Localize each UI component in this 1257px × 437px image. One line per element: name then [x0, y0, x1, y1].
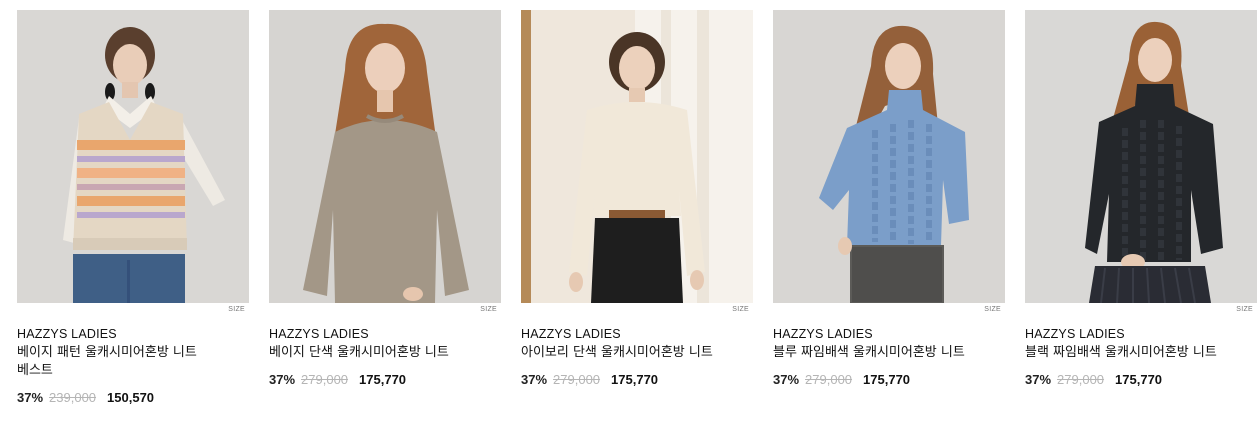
- product-image[interactable]: [1025, 10, 1257, 303]
- product-card[interactable]: SIZE HAZZYS LADIES 베이지 단색 울캐시미어혼방 니트 37%…: [269, 10, 501, 389]
- product-name[interactable]: 아이보리 단색 울캐시미어혼방 니트: [521, 344, 727, 362]
- product-card[interactable]: SIZE HAZZYS LADIES 아이보리 단색 울캐시미어혼방 니트 37…: [521, 10, 753, 389]
- discount-rate: 37%: [521, 372, 548, 387]
- sale-price: 175,770: [1115, 372, 1163, 387]
- product-brand: HAZZYS LADIES: [1025, 327, 1125, 341]
- sale-price: 150,570: [107, 390, 155, 405]
- product-name[interactable]: 베이지 단색 울캐시미어혼방 니트: [269, 344, 475, 362]
- original-price: 279,000: [805, 372, 853, 387]
- price-row: 37% 279,000 175,770: [521, 371, 753, 389]
- price-row: 37% 279,000 175,770: [269, 371, 501, 389]
- product-card[interactable]: SIZE HAZZYS LADIES 블루 짜임배색 울캐시미어혼방 니트 37…: [773, 10, 1005, 389]
- product-brand: HAZZYS LADIES: [773, 327, 873, 341]
- original-price: 239,000: [49, 390, 97, 405]
- product-brand: HAZZYS LADIES: [269, 327, 369, 341]
- product-card[interactable]: SIZE HAZZYS LADIES 블랙 짜임배색 울캐시미어혼방 니트 37…: [1025, 10, 1257, 389]
- product-name[interactable]: 블루 짜임배색 울캐시미어혼방 니트: [773, 344, 979, 362]
- size-label: SIZE: [228, 306, 245, 313]
- product-image[interactable]: [773, 10, 1005, 303]
- product-brand: HAZZYS LADIES: [521, 327, 621, 341]
- sale-price: 175,770: [359, 372, 407, 387]
- product-name[interactable]: 블랙 짜임배색 울캐시미어혼방 니트: [1025, 344, 1231, 362]
- original-price: 279,000: [1057, 372, 1105, 387]
- product-image[interactable]: [269, 10, 501, 303]
- discount-rate: 37%: [773, 372, 800, 387]
- product-image[interactable]: [17, 10, 249, 303]
- discount-rate: 37%: [1025, 372, 1052, 387]
- product-brand: HAZZYS LADIES: [17, 327, 117, 341]
- sale-price: 175,770: [611, 372, 659, 387]
- price-row: 37% 279,000 175,770: [1025, 371, 1257, 389]
- price-row: 37% 239,000 150,570: [17, 389, 249, 407]
- product-card[interactable]: SIZE HAZZYS LADIES 베이지 패턴 울캐시미어혼방 니트 베스트…: [17, 10, 249, 407]
- size-label: SIZE: [732, 306, 749, 313]
- product-image[interactable]: [521, 10, 753, 303]
- original-price: 279,000: [553, 372, 601, 387]
- discount-rate: 37%: [17, 390, 44, 405]
- original-price: 279,000: [301, 372, 349, 387]
- product-name[interactable]: 베이지 패턴 울캐시미어혼방 니트 베스트: [17, 344, 223, 380]
- size-label: SIZE: [1236, 306, 1253, 313]
- sale-price: 175,770: [863, 372, 911, 387]
- discount-rate: 37%: [269, 372, 296, 387]
- size-label: SIZE: [984, 306, 1001, 313]
- size-label: SIZE: [480, 306, 497, 313]
- price-row: 37% 279,000 175,770: [773, 371, 1005, 389]
- product-grid: SIZE HAZZYS LADIES 베이지 패턴 울캐시미어혼방 니트 베스트…: [0, 0, 1257, 437]
